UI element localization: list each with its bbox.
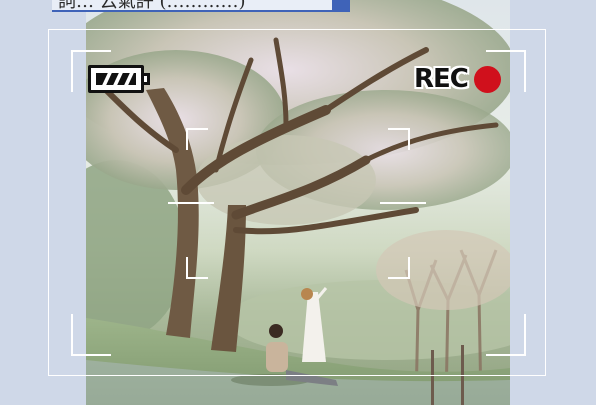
focus-bracket-top-left — [186, 128, 208, 150]
caption-text: 詞… 云氣許 (…………) — [58, 0, 246, 12]
rec-indicator: REC — [414, 62, 501, 96]
focus-line-left — [168, 202, 214, 204]
rec-label: REC — [414, 64, 469, 94]
focus-line-right — [380, 202, 426, 204]
focus-bracket-bottom-left — [186, 257, 208, 279]
focus-bracket-bottom-right — [388, 257, 410, 279]
battery-terminal — [144, 73, 150, 85]
caption-strip: 詞… 云氣許 (…………) — [52, 0, 350, 12]
battery-level — [96, 73, 136, 85]
focus-bracket-top-right — [388, 128, 410, 150]
frame-corner-bottom-left — [71, 314, 111, 356]
frame-corner-bottom-right — [486, 314, 526, 356]
caption-strip-edge — [332, 0, 350, 10]
battery-body — [88, 65, 144, 93]
record-dot-icon — [473, 65, 501, 93]
battery-full-icon — [88, 65, 152, 93]
